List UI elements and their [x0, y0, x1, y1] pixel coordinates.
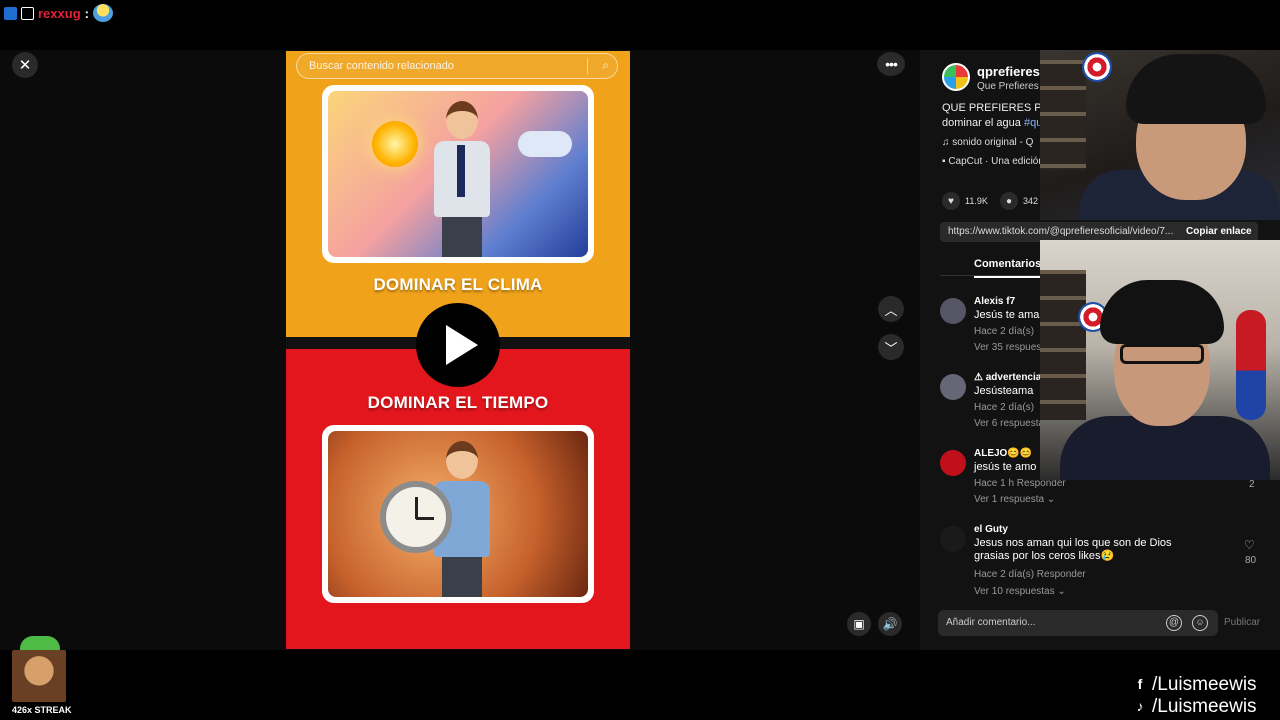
account-display-name: Que Prefieres: [977, 81, 1039, 92]
shelf: [1040, 60, 1086, 170]
comment-text-line2: grasias por los ceros likes😢: [974, 550, 1115, 562]
close-button[interactable]: ✕: [12, 52, 38, 78]
mention-icon[interactable]: @: [1166, 615, 1182, 631]
figure-decoration: [1236, 310, 1266, 420]
picture-in-picture-button[interactable]: ▣: [847, 612, 871, 636]
related-search-input[interactable]: Buscar contenido relacionado ⌕: [296, 53, 618, 79]
more-options-button[interactable]: •••: [877, 52, 905, 76]
streamer-glasses: [1120, 344, 1204, 364]
music-link[interactable]: ♫ sonido original - Q: [942, 137, 1033, 148]
man-figure: [428, 101, 494, 257]
view-replies-link[interactable]: Ver 1 respuesta ⌄: [974, 494, 1055, 505]
comment-text-line1: Jesus nos aman qui los que son de Dios: [974, 537, 1172, 549]
account-name[interactable]: qprefieres: [977, 64, 1040, 79]
heart-icon: ♥: [942, 192, 960, 210]
facebook-handle: /Luismeewis: [1152, 674, 1257, 695]
webcam-front: [1040, 240, 1280, 480]
copy-link-button[interactable]: Copiar enlace: [1186, 226, 1252, 237]
publish-button[interactable]: Publicar: [1224, 617, 1260, 628]
emoji-icon[interactable]: ☺: [1192, 615, 1208, 631]
music-label: sonido original - Q: [952, 137, 1034, 148]
comment-author[interactable]: ALEJO😊😊: [974, 448, 1032, 459]
comment-like-count: 2: [1249, 479, 1255, 490]
streamer-hair: [1126, 54, 1266, 124]
comment-icon: ●: [1000, 192, 1018, 210]
avatar[interactable]: [940, 450, 966, 476]
shelf: [1040, 270, 1086, 420]
comment-heart-icon[interactable]: ♡: [1244, 538, 1255, 552]
comment-text: Jesus nos aman qui los que son de Dios gr…: [974, 537, 1172, 562]
play-button[interactable]: [416, 303, 500, 387]
caption-weather: DOMINAR EL CLIMA: [373, 275, 543, 294]
chat-username: rexxug: [38, 5, 81, 21]
sun-icon: [372, 121, 418, 167]
clock-icon: [380, 481, 452, 553]
tab-comments[interactable]: Comentarios (: [974, 258, 1048, 278]
chat-message: rexxug :: [0, 0, 113, 26]
tiktok-icon: ♪: [1136, 698, 1144, 714]
comment-like-count: 80: [1245, 555, 1257, 566]
comment-author[interactable]: Alexis f7: [974, 296, 1015, 307]
streamer-hair: [1100, 280, 1224, 344]
shield-decoration: [1082, 52, 1112, 82]
play-icon: [446, 325, 478, 365]
volume-button[interactable]: 🔊: [878, 612, 902, 636]
comment-author[interactable]: ⚠ advertencia: [974, 372, 1041, 383]
streak-badge: [10, 636, 70, 716]
like-count: 11.9K: [965, 196, 988, 206]
comment-count: 342: [1023, 196, 1039, 206]
description-line2: dominar el agua: [942, 117, 1024, 129]
search-icon[interactable]: ⌕: [587, 58, 609, 74]
like-button[interactable]: ♥ 11.9K: [942, 192, 988, 210]
chat-separator: :: [84, 5, 89, 21]
comment-meta: Hace 2 día(s): [974, 326, 1035, 337]
facebook-icon: f: [1137, 676, 1143, 692]
video-player[interactable]: Buscar contenido relacionado ⌕ DOMINAR E…: [286, 51, 630, 649]
comment-count-button[interactable]: ● 342: [1000, 192, 1038, 210]
streak-image: [12, 650, 66, 702]
account-avatar[interactable]: [942, 63, 970, 91]
next-video-button[interactable]: ﹀: [878, 334, 904, 360]
effect-link[interactable]: ▪ CapCut · Una edición: [942, 156, 1044, 167]
moderator-badge-icon: [21, 6, 34, 20]
view-replies-link[interactable]: Ver 10 respuestas ⌄: [974, 586, 1066, 597]
related-search-placeholder: Buscar contenido relacionado: [309, 60, 454, 72]
effect-label: CapCut · Una edición: [948, 156, 1044, 167]
view-replies-link[interactable]: Ver 6 respuestas: [974, 418, 1049, 429]
chat-emote-icon: [92, 4, 113, 22]
avatar[interactable]: [940, 374, 966, 400]
avatar[interactable]: [940, 526, 966, 552]
weather-illustration: [322, 85, 594, 263]
comment-meta: Hace 2 día(s): [974, 402, 1035, 413]
social-handles: f /Luismeewis ♪ /Luismeewis: [1132, 674, 1280, 718]
comment-text: Jesús te ama: [974, 309, 1040, 321]
cloud-icon: [518, 131, 572, 157]
comment-meta: Hace 2 día(s) Responder: [974, 569, 1086, 580]
comment-author[interactable]: el Guty: [974, 524, 1008, 535]
comment-text: jesús te amo: [974, 461, 1037, 473]
comment-text: Jesústeama: [974, 385, 1034, 397]
description-line1: QUE PREFIERES Poc: [942, 102, 1054, 114]
tiktok-handle: /Luismeewis: [1152, 696, 1257, 717]
caption-time: DOMINAR EL TIEMPO: [367, 393, 549, 412]
avatar[interactable]: [940, 298, 966, 324]
previous-video-button[interactable]: ︿: [878, 296, 904, 322]
time-illustration: [322, 425, 594, 603]
verified-badge-icon: [4, 6, 17, 20]
streak-label: 426x STREAK: [12, 705, 72, 715]
webcam-overhead: [1040, 50, 1280, 220]
